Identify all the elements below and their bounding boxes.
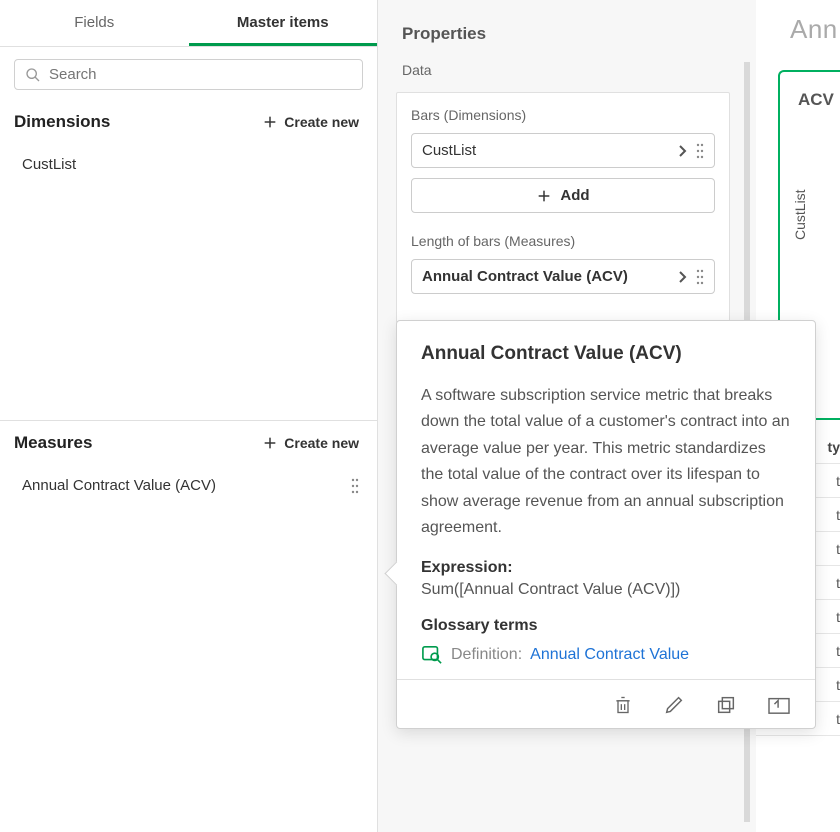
drag-handle-icon[interactable]	[696, 269, 704, 285]
measures-section: Measures Create new Annual Contract Valu…	[0, 421, 377, 510]
duplicate-icon[interactable]	[715, 694, 737, 716]
expression-label: Expression:	[421, 559, 791, 577]
properties-title: Properties	[378, 14, 756, 62]
dimensions-section: Dimensions Create new CustList	[0, 100, 377, 421]
tab-fields[interactable]: Fields	[0, 0, 189, 46]
open-in-icon[interactable]	[767, 694, 791, 716]
measures-title: Measures	[14, 433, 92, 453]
glossary-row: Definition: Annual Contract Value	[421, 645, 791, 665]
dimension-pill-custlist[interactable]: CustList	[411, 133, 715, 168]
chevron-right-icon[interactable]	[678, 270, 688, 284]
measure-item-label: Annual Contract Value (ACV)	[22, 477, 216, 494]
edit-icon[interactable]	[663, 694, 685, 716]
measure-item-acv[interactable]: Annual Contract Value (ACV)	[0, 467, 377, 504]
create-measure-button[interactable]: Create new	[262, 435, 359, 451]
measure-detail-popover: Annual Contract Value (ACV) A software s…	[396, 320, 816, 729]
chevron-right-icon[interactable]	[678, 144, 688, 158]
create-dimension-button[interactable]: Create new	[262, 114, 359, 130]
create-dimension-label: Create new	[284, 114, 359, 130]
chart-yaxis-label: CustList	[792, 189, 808, 240]
add-dimension-label: Add	[560, 187, 589, 204]
assets-panel: Fields Master items Dimensions Create ne…	[0, 0, 378, 832]
dimensions-title: Dimensions	[14, 112, 110, 132]
data-section-label: Data	[378, 62, 744, 92]
search-container	[0, 47, 377, 100]
measure-pill-label: Annual Contract Value (ACV)	[422, 268, 628, 285]
glossary-icon	[421, 645, 443, 665]
delete-icon[interactable]	[613, 694, 633, 716]
popover-footer	[397, 679, 815, 728]
data-card: Bars (Dimensions) CustList Add Length of…	[396, 92, 730, 323]
chart-acv-label: ACV	[798, 90, 834, 110]
drag-handle-icon[interactable]	[696, 143, 704, 159]
search-field[interactable]	[14, 59, 363, 90]
search-icon	[25, 67, 49, 83]
assets-tabs: Fields Master items	[0, 0, 377, 47]
measure-pill-acv[interactable]: Annual Contract Value (ACV)	[411, 259, 715, 294]
glossary-label: Glossary terms	[421, 617, 791, 635]
tab-master-items[interactable]: Master items	[189, 0, 378, 46]
chart-title-fragment: Ann	[756, 0, 840, 45]
bars-label: Bars (Dimensions)	[411, 107, 715, 123]
create-measure-label: Create new	[284, 435, 359, 451]
length-label: Length of bars (Measures)	[411, 233, 715, 249]
dimension-pill-label: CustList	[422, 142, 476, 159]
search-input[interactable]	[49, 66, 352, 83]
dimension-item-label: CustList	[22, 156, 76, 173]
definition-link[interactable]: Annual Contract Value	[530, 646, 689, 664]
expression-value: Sum([Annual Contract Value (ACV)])	[421, 581, 791, 599]
popover-title: Annual Contract Value (ACV)	[421, 343, 791, 365]
add-dimension-button[interactable]: Add	[411, 178, 715, 213]
drag-handle-icon[interactable]	[351, 478, 359, 494]
popover-description: A software subscription service metric t…	[421, 383, 791, 541]
definition-label: Definition:	[451, 646, 522, 664]
dimension-item-custlist[interactable]: CustList	[0, 146, 377, 183]
